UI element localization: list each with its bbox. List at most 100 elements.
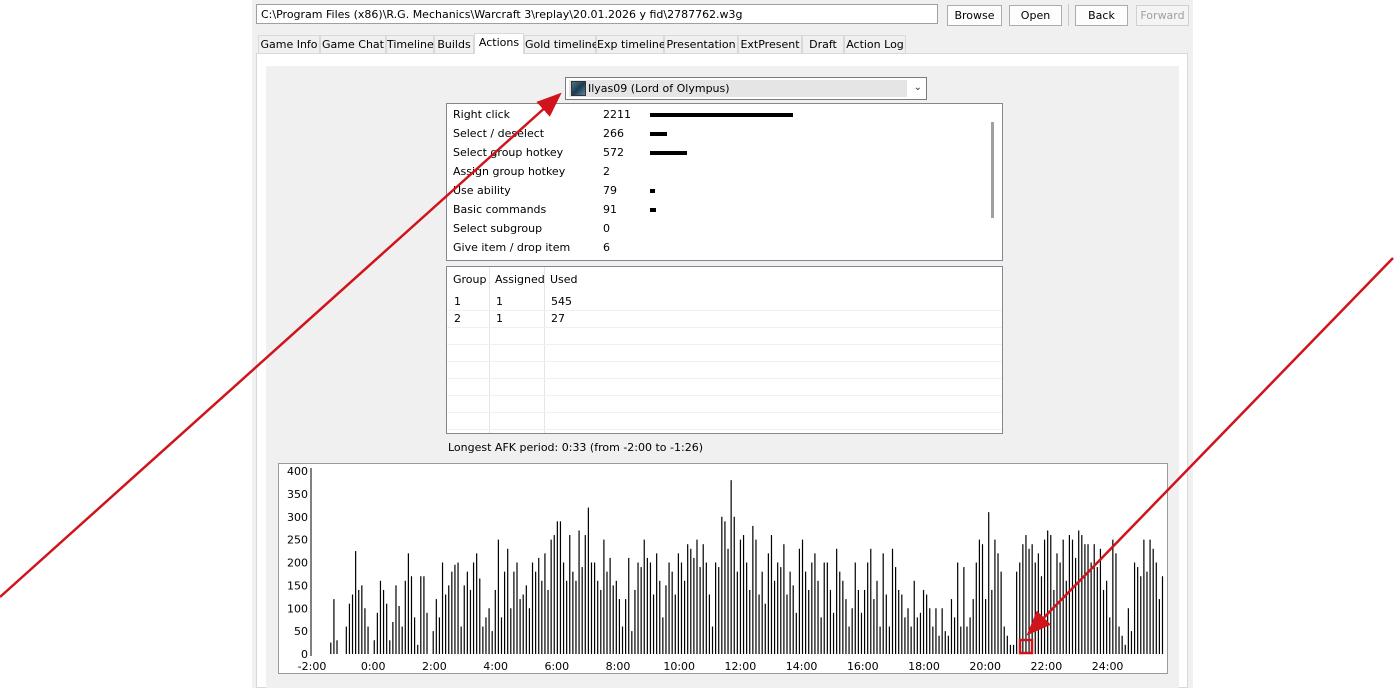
tab-actions[interactable]: Actions (474, 33, 524, 54)
action-row: Use ability 79 (453, 181, 993, 200)
chart-bar (606, 571, 608, 654)
chart-bar (1081, 535, 1083, 654)
chart-bar (767, 553, 769, 654)
chart-bar (541, 580, 543, 654)
chart-bar (882, 553, 884, 654)
action-counts-list[interactable]: Right click 2211 Select / deselect 266 S… (446, 103, 1003, 261)
chart-bar (795, 612, 797, 654)
column-header-group[interactable]: Group (447, 267, 487, 293)
chart-bar (910, 626, 912, 654)
x-tick-label: 8:00 (606, 660, 631, 673)
chevron-down-icon[interactable]: ⌄ (914, 82, 922, 93)
chart-bar (817, 580, 819, 654)
chart-bar (590, 562, 593, 654)
x-tick-label: 2:00 (422, 660, 447, 673)
chart-bar (950, 599, 953, 654)
chart-bar (1075, 557, 1077, 654)
forward-button[interactable]: Forward (1136, 5, 1189, 26)
chart-bar (683, 580, 686, 654)
chart-bar (1102, 589, 1105, 654)
chart-bar (1059, 562, 1061, 654)
chart-bar (494, 589, 496, 654)
chart-bar (665, 585, 667, 655)
open-button[interactable]: Open (1009, 5, 1062, 26)
chart-bar (770, 535, 773, 654)
replay-path-field[interactable]: C:\Program Files (x86)\R.G. Mechanics\Wa… (256, 4, 938, 24)
action-count: 266 (603, 127, 624, 140)
back-button[interactable]: Back (1075, 5, 1128, 26)
chart-bar (649, 562, 652, 654)
chart-bar (454, 564, 456, 654)
chart-bar (1068, 535, 1070, 654)
tab-game-info[interactable]: Game Info (258, 35, 320, 53)
y-tick-label: 200 (287, 557, 308, 570)
chart-bar (513, 571, 515, 654)
chart-bar (1006, 635, 1008, 654)
chart-bar (687, 544, 689, 654)
action-name: Right click (453, 108, 511, 121)
chart-bar (659, 580, 661, 654)
chart-bar (1056, 553, 1058, 654)
chart-bar (634, 589, 636, 654)
chart-bar (507, 548, 509, 654)
chart-bar (1047, 530, 1049, 654)
tab-builds[interactable]: Builds (434, 35, 474, 53)
group-hotkey-table[interactable]: Group Assigned Used 1 1 545 2 1 27 (446, 266, 1003, 434)
chart-bar (572, 571, 574, 654)
chart-bar (1130, 631, 1133, 655)
chart-bar (913, 580, 915, 654)
chart-bar (516, 562, 518, 654)
chart-bar (742, 535, 745, 654)
chart-bar (482, 626, 484, 654)
browse-button[interactable]: Browse (947, 5, 1002, 26)
action-bar (650, 132, 667, 136)
chart-bar (404, 580, 406, 654)
chart-bar (1149, 539, 1151, 655)
column-header-used[interactable]: Used (544, 267, 578, 293)
chart-bar (1003, 626, 1005, 654)
chart-bar (801, 539, 804, 655)
chart-bar (677, 553, 679, 654)
chart-bar (469, 589, 472, 654)
chart-bar (578, 530, 580, 654)
chart-bar (414, 617, 416, 654)
chart-bar (603, 539, 605, 655)
x-tick-label: -2:00 (298, 660, 327, 673)
player-dropdown[interactable]: Ilyas09 (Lord of Olympus) ⌄ (565, 77, 927, 100)
tab-timeline[interactable]: Timeline (386, 35, 434, 53)
chart-bar (935, 608, 937, 654)
chart-bar (640, 567, 642, 654)
chart-bar (330, 642, 332, 654)
tab-draft[interactable]: Draft (802, 35, 844, 53)
chart-bar (944, 631, 946, 655)
tab-exp-timeline[interactable]: Exp timeline (596, 35, 666, 53)
tab-gold-timeline[interactable]: Gold timeline (524, 35, 599, 53)
x-tick-label: 14:00 (786, 660, 818, 673)
chart-bar (581, 567, 583, 654)
tab-presentation[interactable]: Presentation (664, 35, 738, 53)
chart-bar (978, 539, 980, 655)
chart-bar (888, 626, 890, 654)
chart-bar (575, 580, 577, 654)
tab-extpresent[interactable]: ExtPresent (738, 35, 802, 53)
chart-bar (879, 626, 881, 654)
chart-bar (662, 617, 664, 654)
chart-bar (876, 580, 878, 654)
chart-bar (1112, 539, 1114, 655)
row-divider (447, 361, 1002, 362)
y-tick-label: 400 (287, 465, 308, 478)
chart-bar (711, 626, 714, 654)
row-divider (447, 344, 1002, 345)
y-tick-label: 150 (287, 579, 308, 592)
action-list-scrollbar[interactable] (991, 122, 994, 218)
action-name: Use ability (453, 184, 511, 197)
action-name: Select / deselect (453, 127, 545, 140)
tab-game-chat[interactable]: Game Chat (320, 35, 386, 53)
chart-bar (466, 571, 468, 654)
chart-bar (426, 612, 428, 654)
action-name: Give item / drop item (453, 241, 571, 254)
column-header-assigned[interactable]: Assigned (489, 267, 545, 293)
chart-bar (562, 562, 565, 654)
tab-action-log[interactable]: Action Log (844, 35, 906, 53)
chart-bar (922, 589, 925, 654)
